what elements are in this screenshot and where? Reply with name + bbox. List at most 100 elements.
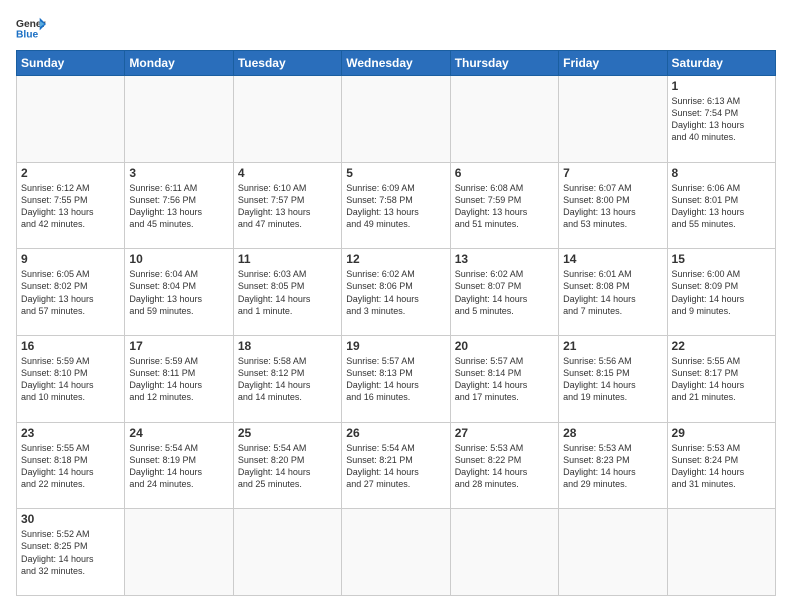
day-info: Sunrise: 5:53 AM Sunset: 8:22 PM Dayligh… — [455, 442, 554, 491]
day-number: 15 — [672, 252, 771, 266]
day-number: 9 — [21, 252, 120, 266]
calendar-week-1: 1 Sunrise: 6:13 AM Sunset: 7:54 PM Daylig… — [17, 76, 776, 163]
calendar-cell — [559, 509, 667, 596]
logo-icon: General Blue — [16, 16, 46, 40]
day-number: 24 — [129, 426, 228, 440]
page: General Blue SundayMondayTuesdayWednesda… — [0, 0, 792, 612]
calendar-cell — [233, 509, 341, 596]
day-number: 28 — [563, 426, 662, 440]
calendar-cell: 4 Sunrise: 6:10 AM Sunset: 7:57 PM Daylig… — [233, 162, 341, 249]
svg-text:Blue: Blue — [16, 29, 39, 40]
day-number: 11 — [238, 252, 337, 266]
calendar-cell: 7Sunrise: 6:07 AM Sunset: 8:00 PM Daylig… — [559, 162, 667, 249]
day-info: Sunrise: 6:11 AM Sunset: 7:56 PM Dayligh… — [129, 182, 228, 231]
calendar-cell — [125, 509, 233, 596]
day-info: Sunrise: 6:13 AM Sunset: 7:54 PM Dayligh… — [672, 95, 771, 144]
calendar-cell: 20Sunrise: 5:57 AM Sunset: 8:14 PM Dayli… — [450, 335, 558, 422]
calendar-cell: 29Sunrise: 5:53 AM Sunset: 8:24 PM Dayli… — [667, 422, 775, 509]
day-info: Sunrise: 6:08 AM Sunset: 7:59 PM Dayligh… — [455, 182, 554, 231]
calendar-cell: 22 Sunrise: 5:55 AM Sunset: 8:17 PM Dayli… — [667, 335, 775, 422]
calendar-cell: 14Sunrise: 6:01 AM Sunset: 8:08 PM Dayli… — [559, 249, 667, 336]
calendar-week-6: 30Sunrise: 5:52 AM Sunset: 8:25 PM Dayli… — [17, 509, 776, 596]
weekday-header-sunday: Sunday — [17, 51, 125, 76]
day-info: Sunrise: 5:54 AM Sunset: 8:21 PM Dayligh… — [346, 442, 445, 491]
weekday-header-wednesday: Wednesday — [342, 51, 450, 76]
calendar-cell: 19Sunrise: 5:57 AM Sunset: 8:13 PM Dayli… — [342, 335, 450, 422]
weekday-header-row: SundayMondayTuesdayWednesdayThursdayFrid… — [17, 51, 776, 76]
day-info: Sunrise: 6:09 AM Sunset: 7:58 PM Dayligh… — [346, 182, 445, 231]
day-info: Sunrise: 6:03 AM Sunset: 8:05 PM Dayligh… — [238, 268, 337, 317]
calendar-cell: 3Sunrise: 6:11 AM Sunset: 7:56 PM Daylig… — [125, 162, 233, 249]
calendar-cell: 25 Sunrise: 5:54 AM Sunset: 8:20 PM Dayli… — [233, 422, 341, 509]
day-info: Sunrise: 5:54 AM Sunset: 8:20 PM Dayligh… — [238, 442, 337, 491]
day-info: Sunrise: 5:53 AM Sunset: 8:23 PM Dayligh… — [563, 442, 662, 491]
calendar-cell — [559, 76, 667, 163]
weekday-header-saturday: Saturday — [667, 51, 775, 76]
calendar-cell: 18 Sunrise: 5:58 AM Sunset: 8:12 PM Dayli… — [233, 335, 341, 422]
weekday-header-monday: Monday — [125, 51, 233, 76]
calendar-cell — [450, 509, 558, 596]
calendar-week-5: 23 Sunrise: 5:55 AM Sunset: 8:18 PM Dayli… — [17, 422, 776, 509]
day-number: 6 — [455, 166, 554, 180]
day-info: Sunrise: 6:06 AM Sunset: 8:01 PM Dayligh… — [672, 182, 771, 231]
calendar-cell: 13Sunrise: 6:02 AM Sunset: 8:07 PM Dayli… — [450, 249, 558, 336]
calendar-cell: 2 Sunrise: 6:12 AM Sunset: 7:55 PM Daylig… — [17, 162, 125, 249]
day-number: 25 — [238, 426, 337, 440]
day-info: Sunrise: 5:58 AM Sunset: 8:12 PM Dayligh… — [238, 355, 337, 404]
weekday-header-thursday: Thursday — [450, 51, 558, 76]
calendar-cell — [667, 509, 775, 596]
day-number: 16 — [21, 339, 120, 353]
day-number: 14 — [563, 252, 662, 266]
calendar-cell: 24 Sunrise: 5:54 AM Sunset: 8:19 PM Dayli… — [125, 422, 233, 509]
day-info: Sunrise: 5:52 AM Sunset: 8:25 PM Dayligh… — [21, 528, 120, 577]
day-info: Sunrise: 5:59 AM Sunset: 8:10 PM Dayligh… — [21, 355, 120, 404]
day-number: 27 — [455, 426, 554, 440]
day-info: Sunrise: 5:57 AM Sunset: 8:13 PM Dayligh… — [346, 355, 445, 404]
day-number: 22 — [672, 339, 771, 353]
day-number: 10 — [129, 252, 228, 266]
weekday-header-friday: Friday — [559, 51, 667, 76]
day-number: 2 — [21, 166, 120, 180]
day-info: Sunrise: 5:59 AM Sunset: 8:11 PM Dayligh… — [129, 355, 228, 404]
day-number: 13 — [455, 252, 554, 266]
calendar-cell: 1 Sunrise: 6:13 AM Sunset: 7:54 PM Daylig… — [667, 76, 775, 163]
day-info: Sunrise: 5:55 AM Sunset: 8:18 PM Dayligh… — [21, 442, 120, 491]
day-number: 4 — [238, 166, 337, 180]
calendar-cell: 11 Sunrise: 6:03 AM Sunset: 8:05 PM Dayli… — [233, 249, 341, 336]
day-info: Sunrise: 6:10 AM Sunset: 7:57 PM Dayligh… — [238, 182, 337, 231]
day-number: 23 — [21, 426, 120, 440]
day-info: Sunrise: 5:54 AM Sunset: 8:19 PM Dayligh… — [129, 442, 228, 491]
calendar-cell: 26 Sunrise: 5:54 AM Sunset: 8:21 PM Dayli… — [342, 422, 450, 509]
day-number: 7 — [563, 166, 662, 180]
day-number: 26 — [346, 426, 445, 440]
calendar-cell: 12 Sunrise: 6:02 AM Sunset: 8:06 PM Dayli… — [342, 249, 450, 336]
weekday-header-tuesday: Tuesday — [233, 51, 341, 76]
calendar-cell: 5Sunrise: 6:09 AM Sunset: 7:58 PM Daylig… — [342, 162, 450, 249]
day-info: Sunrise: 5:55 AM Sunset: 8:17 PM Dayligh… — [672, 355, 771, 404]
calendar-cell: 28 Sunrise: 5:53 AM Sunset: 8:23 PM Dayli… — [559, 422, 667, 509]
day-info: Sunrise: 6:04 AM Sunset: 8:04 PM Dayligh… — [129, 268, 228, 317]
calendar-cell — [17, 76, 125, 163]
logo: General Blue — [16, 16, 50, 40]
day-info: Sunrise: 6:05 AM Sunset: 8:02 PM Dayligh… — [21, 268, 120, 317]
day-info: Sunrise: 6:00 AM Sunset: 8:09 PM Dayligh… — [672, 268, 771, 317]
day-info: Sunrise: 6:12 AM Sunset: 7:55 PM Dayligh… — [21, 182, 120, 231]
calendar-cell: 9 Sunrise: 6:05 AM Sunset: 8:02 PM Daylig… — [17, 249, 125, 336]
day-number: 1 — [672, 79, 771, 93]
calendar-cell: 16 Sunrise: 5:59 AM Sunset: 8:10 PM Dayli… — [17, 335, 125, 422]
calendar-week-3: 9 Sunrise: 6:05 AM Sunset: 8:02 PM Daylig… — [17, 249, 776, 336]
calendar-cell — [450, 76, 558, 163]
header: General Blue — [16, 16, 776, 40]
calendar-cell — [125, 76, 233, 163]
calendar-week-2: 2 Sunrise: 6:12 AM Sunset: 7:55 PM Daylig… — [17, 162, 776, 249]
day-info: Sunrise: 5:53 AM Sunset: 8:24 PM Dayligh… — [672, 442, 771, 491]
calendar-cell: 8Sunrise: 6:06 AM Sunset: 8:01 PM Daylig… — [667, 162, 775, 249]
calendar-cell — [342, 76, 450, 163]
calendar-cell: 10 Sunrise: 6:04 AM Sunset: 8:04 PM Dayli… — [125, 249, 233, 336]
calendar-cell — [342, 509, 450, 596]
day-info: Sunrise: 6:02 AM Sunset: 8:06 PM Dayligh… — [346, 268, 445, 317]
day-number: 17 — [129, 339, 228, 353]
day-number: 12 — [346, 252, 445, 266]
day-info: Sunrise: 5:57 AM Sunset: 8:14 PM Dayligh… — [455, 355, 554, 404]
day-number: 18 — [238, 339, 337, 353]
